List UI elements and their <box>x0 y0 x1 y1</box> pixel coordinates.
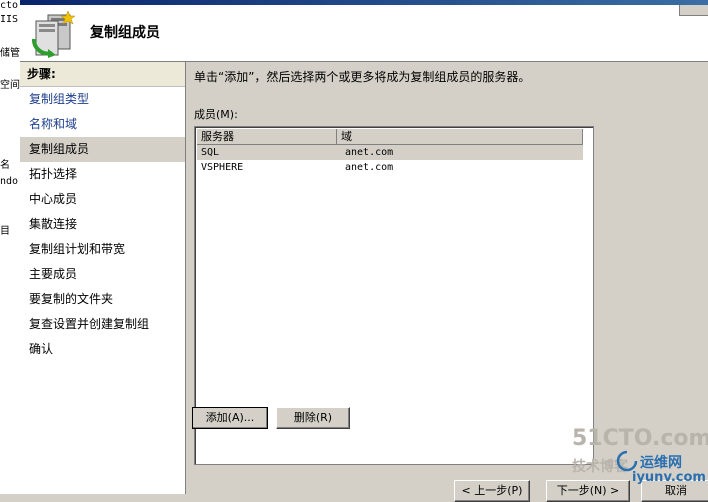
server-cell: VSPHERE <box>201 162 244 173</box>
step-topology-selection: 拓扑选择 <box>29 167 78 181</box>
background-text: ndo <box>0 176 19 187</box>
column-header-domain[interactable]: 域 <box>337 129 583 144</box>
background-text: 空间 <box>0 80 20 91</box>
wizard-content: 单击“添加”，然后选择两个或更多将成为复制组成员的服务器。 成员(M): 服务器… <box>186 62 708 502</box>
step-confirmation: 确认 <box>29 342 54 356</box>
members-label: 成员(M): <box>194 108 238 121</box>
title-bar-corner <box>679 5 708 16</box>
server-cell: SQL <box>201 147 220 158</box>
cancel-button[interactable]: 取消 <box>641 480 708 502</box>
background-window-strip: cto IIS 储管 空间 名 ndo 目 <box>0 0 21 494</box>
wizard-header: 复制组成员 <box>20 5 708 62</box>
step-review-and-create: 复查设置并创建复制组 <box>29 317 150 331</box>
table-row[interactable]: VSPHERE anet.com <box>197 160 583 175</box>
steps-heading: 步骤: <box>20 62 185 87</box>
column-header-server[interactable]: 服务器 <box>197 129 337 144</box>
page-title: 复制组成员 <box>90 25 160 41</box>
step-schedule-and-bandwidth: 复制组计划和带宽 <box>29 242 126 256</box>
background-text: 名 <box>0 160 10 171</box>
domain-cell: anet.com <box>345 162 394 173</box>
steps-panel: 步骤: 复制组类型 名称和域 复制组成员 拓扑选择 中心成员 集散连接 复制组计… <box>20 62 186 494</box>
back-button[interactable]: < 上一步(P) <box>454 480 530 502</box>
background-text: cto <box>0 0 19 11</box>
step-primary-member: 主要成员 <box>29 267 78 281</box>
background-text: IIS <box>0 14 19 25</box>
next-button[interactable]: 下一步(N) > <box>546 480 630 502</box>
step-replication-group-type[interactable]: 复制组类型 <box>20 87 185 112</box>
background-text: 目 <box>0 226 10 237</box>
domain-cell: anet.com <box>345 147 394 158</box>
step-hub-members: 中心成员 <box>29 192 78 206</box>
background-text: 储管 <box>0 48 20 59</box>
step-hub-spoke-connections: 集散连接 <box>29 217 78 231</box>
replication-wizard-icon <box>32 10 76 58</box>
step-folders-to-replicate: 要复制的文件夹 <box>29 292 114 306</box>
step-replication-group-members: 复制组成员 <box>20 137 185 162</box>
step-name-and-domain[interactable]: 名称和域 <box>20 112 185 137</box>
table-row[interactable]: SQL anet.com <box>197 145 583 160</box>
add-button[interactable]: 添加(A)... <box>192 407 268 429</box>
members-list-header: 服务器 域 <box>197 129 583 145</box>
remove-button[interactable]: 删除(R) <box>276 407 350 429</box>
instruction-text: 单击“添加”，然后选择两个或更多将成为复制组成员的服务器。 <box>194 70 531 84</box>
